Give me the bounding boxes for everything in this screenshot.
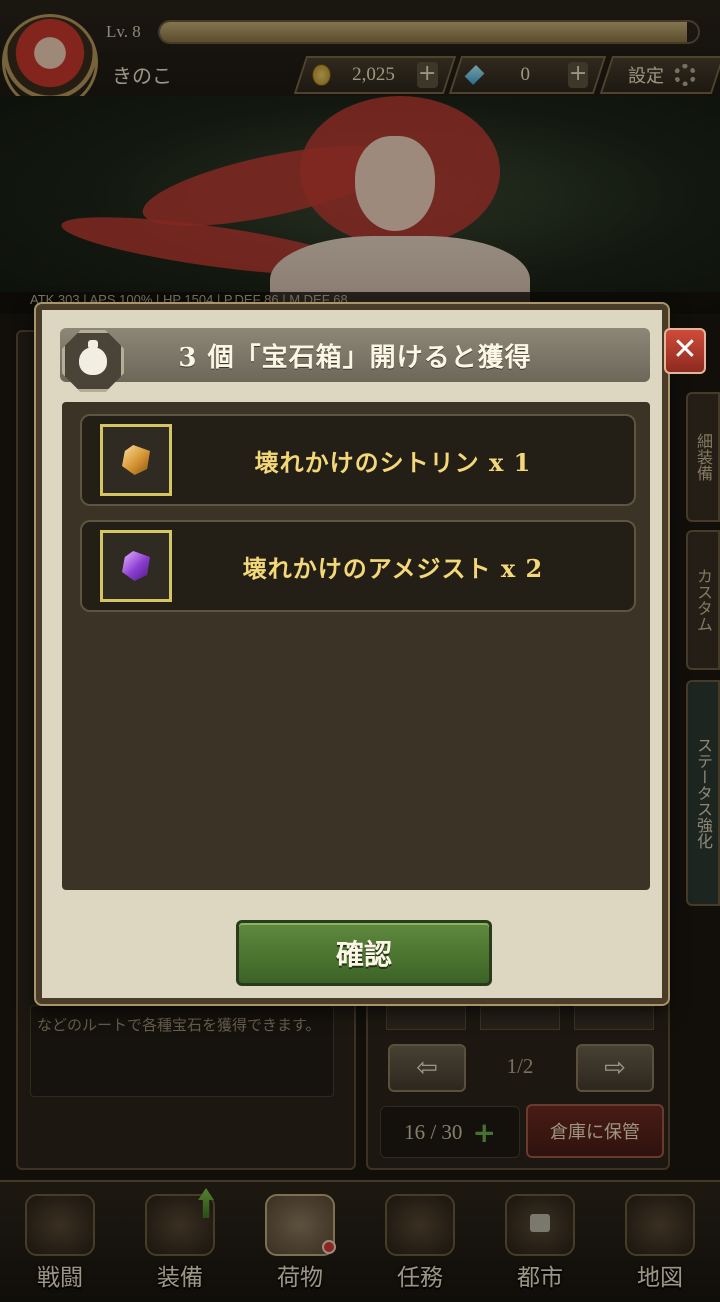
modal-header: 3 個「宝石箱」開けると獲得 [60, 328, 650, 382]
reward-item: 壊れかけのシトリン x 1 [80, 414, 636, 506]
reward-label: 壊れかけのアメジスト x 2 [242, 553, 544, 583]
citrine-gem-icon [122, 445, 150, 475]
close-modal-button[interactable]: ✕ [664, 328, 706, 374]
amethyst-gem-icon [122, 551, 150, 581]
reward-item: 壊れかけのアメジスト x 2 [80, 520, 636, 612]
reward-item-frame[interactable] [100, 530, 172, 602]
confirm-button[interactable]: 確認 [236, 920, 492, 986]
reward-list: 壊れかけのシトリン x 1 壊れかけのアメジスト x 2 [62, 402, 650, 890]
modal-title: 3 個「宝石箱」開けると獲得 [178, 342, 532, 373]
reward-modal: 3 個「宝石箱」開けると獲得 壊れかけのシトリン x 1 壊れかけのアメジスト … [34, 302, 670, 1006]
reward-item-frame[interactable] [100, 424, 172, 496]
loot-bag-icon [79, 340, 107, 375]
reward-label: 壊れかけのシトリン x 1 [254, 447, 532, 477]
